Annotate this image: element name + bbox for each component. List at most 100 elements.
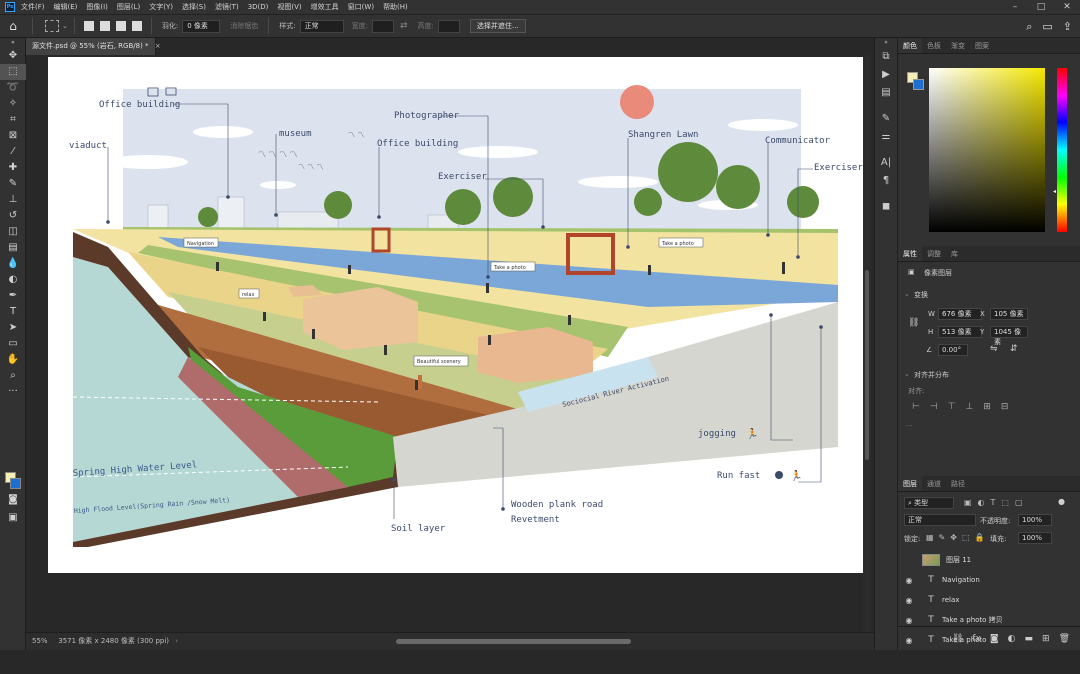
layer-filter-icons[interactable]: ▣◐T⬚▢ — [964, 498, 1029, 507]
chevron-right-icon[interactable]: › — [175, 637, 178, 645]
layer-comps-icon[interactable]: ◼ — [875, 198, 897, 216]
document-tab[interactable]: 源文件.psd @ 55% (岩石, RGB/8) * × — [26, 38, 161, 55]
type-tool-icon[interactable]: T — [0, 304, 26, 320]
quick-mask-icon[interactable]: ◙ — [0, 492, 26, 508]
eraser-tool-icon[interactable]: ◫ — [0, 224, 26, 240]
eye-icon[interactable]: ◉ — [898, 596, 920, 605]
subtract-selection-icon[interactable] — [115, 21, 126, 31]
new-layer-icon[interactable]: ⊞ — [1042, 634, 1050, 644]
vertical-scrollbar-thumb[interactable] — [865, 270, 869, 460]
more-tools-icon[interactable]: ··· — [0, 384, 26, 400]
layer-filter-select[interactable]: ⌕ 类型 — [904, 497, 954, 509]
workspace-icon[interactable]: ▭ — [1042, 20, 1052, 34]
magic-wand-tool-icon[interactable]: ✧ — [0, 96, 26, 112]
close-icon[interactable]: ✕ — [1054, 0, 1080, 14]
minimize-icon[interactable]: – — [1002, 0, 1028, 14]
zoom-tool-icon[interactable]: ⌕ — [0, 368, 26, 384]
share-icon[interactable]: ⇪ — [1063, 20, 1072, 34]
adjust-sliders-icon[interactable]: ⚌ — [875, 128, 897, 146]
layer-row[interactable]: ◉ T relax — [898, 590, 1080, 610]
maximize-icon[interactable]: □ — [1028, 0, 1054, 14]
select-and-mask-button[interactable]: 选择并遮住... — [469, 19, 526, 33]
tab-color[interactable]: 颜色 — [898, 38, 922, 53]
move-tool-icon[interactable]: ✥ — [0, 48, 26, 64]
menu-3d[interactable]: 3D(D) — [248, 3, 269, 11]
paragraph-icon[interactable]: ¶ — [875, 172, 897, 190]
angle-field[interactable]: 0.00° — [938, 344, 968, 356]
link-icon[interactable]: ⛓ — [908, 318, 919, 328]
tab-adjustments[interactable]: 调整 — [922, 246, 946, 261]
home-icon[interactable]: ⌂ — [0, 19, 26, 33]
link-layers-icon[interactable]: ⛓ — [952, 634, 963, 644]
rect-marquee-tool-icon[interactable]: ⬚ — [0, 64, 26, 80]
marquee-tool-preset-icon[interactable] — [45, 20, 59, 32]
blur-tool-icon[interactable]: 💧 — [0, 256, 26, 272]
opacity-field[interactable]: 100% — [1018, 514, 1052, 526]
path-selection-tool-icon[interactable]: ➤ — [0, 320, 26, 336]
filter-toggle-icon[interactable]: ● — [1058, 497, 1065, 506]
history-brush-tool-icon[interactable]: ↺ — [0, 208, 26, 224]
history-icon[interactable]: ⧉ — [875, 48, 897, 66]
chevron-down-icon[interactable]: ⌄ — [904, 370, 910, 378]
horizontal-scrollbar-thumb[interactable] — [396, 639, 631, 644]
tab-properties[interactable]: 属性 — [898, 246, 922, 261]
tab-layers[interactable]: 图层 — [898, 476, 922, 491]
blend-mode-select[interactable]: 正常 — [904, 514, 976, 526]
layer-row[interactable]: 图层 11 — [898, 550, 1080, 570]
hue-slider[interactable] — [1057, 68, 1067, 232]
add-mask-icon[interactable]: ◙ — [990, 634, 999, 644]
clone-stamp-tool-icon[interactable]: ⊥ — [0, 192, 26, 208]
swap-icon[interactable]: ⇄ — [400, 21, 408, 31]
align-buttons[interactable]: ⊢⊣⊤⊥⊞⊟ — [912, 402, 1018, 412]
more-options-icon[interactable]: ··· — [906, 422, 913, 430]
comments-icon[interactable]: ▤ — [875, 84, 897, 102]
menu-filter[interactable]: 滤镜(T) — [215, 2, 239, 12]
actions-icon[interactable]: ▶ — [875, 66, 897, 84]
y-field[interactable]: 1045 像素 — [990, 326, 1028, 346]
menu-window[interactable]: 窗口(W) — [348, 2, 374, 12]
height-input[interactable] — [437, 19, 460, 33]
tab-channels[interactable]: 通道 — [922, 476, 946, 491]
menu-select[interactable]: 选择(S) — [182, 2, 206, 12]
layer-row[interactable]: ◉ T Navigation — [898, 570, 1080, 590]
background-color-swatch[interactable] — [10, 478, 21, 489]
menu-plugins[interactable]: 增效工具 — [311, 2, 339, 12]
trash-icon[interactable]: 🗑 — [1059, 634, 1070, 644]
tab-gradients[interactable]: 渐变 — [946, 38, 970, 53]
close-document-icon[interactable]: × — [155, 42, 161, 50]
adjustment-layer-icon[interactable]: ◐ — [1008, 634, 1016, 644]
eye-icon[interactable]: ◉ — [898, 616, 920, 625]
chevron-down-icon[interactable]: ⌄ — [62, 22, 68, 30]
eye-icon[interactable]: ◉ — [898, 576, 920, 585]
antialias-checkbox[interactable]: 消除锯齿 — [230, 21, 258, 31]
width-input[interactable] — [371, 19, 394, 33]
intersect-selection-icon[interactable] — [131, 21, 142, 31]
rectangle-tool-icon[interactable]: ▭ — [0, 336, 26, 352]
lasso-tool-icon[interactable]: ➰ — [0, 80, 26, 96]
menu-file[interactable]: 文件(F) — [21, 2, 45, 12]
hue-slider-marker-icon[interactable]: ◂ — [1053, 188, 1056, 195]
brush-settings-icon[interactable]: ✎ — [875, 110, 897, 128]
document-info[interactable]: 3571 像素 x 2480 像素 (300 ppi) — [58, 637, 169, 645]
style-select[interactable]: 正常 — [299, 19, 344, 33]
gradient-tool-icon[interactable]: ▤ — [0, 240, 26, 256]
flip-vertical-icon[interactable]: ⇵ — [1010, 344, 1018, 354]
brush-tool-icon[interactable]: ✎ — [0, 176, 26, 192]
eyedropper-tool-icon[interactable]: ⁄ — [0, 144, 26, 160]
tab-patterns[interactable]: 图案 — [970, 38, 994, 53]
menu-layer[interactable]: 图层(L) — [117, 2, 140, 12]
width-field[interactable]: 676 像素 — [938, 308, 982, 320]
menu-edit[interactable]: 编辑(E) — [54, 2, 78, 12]
flip-horizontal-icon[interactable]: ⇋ — [990, 344, 998, 354]
chevron-down-icon[interactable]: ⌄ — [904, 290, 910, 298]
toolbar-collapse-icon[interactable]: » — [0, 38, 26, 48]
canvas-area[interactable]: 〽 〽 〽 〽 〽 〽 〽 〽 〽 Office building museum… — [26, 55, 874, 632]
tab-libraries[interactable]: 库 — [946, 246, 963, 261]
feather-input[interactable]: 0 像素 — [182, 19, 221, 33]
menu-view[interactable]: 视图(V) — [277, 2, 301, 12]
background-swatch[interactable] — [913, 79, 924, 90]
add-selection-icon[interactable] — [99, 21, 110, 31]
strip-collapse-icon[interactable]: « — [875, 38, 897, 48]
zoom-level[interactable]: 55% — [26, 633, 56, 649]
menu-help[interactable]: 帮助(H) — [383, 2, 408, 12]
